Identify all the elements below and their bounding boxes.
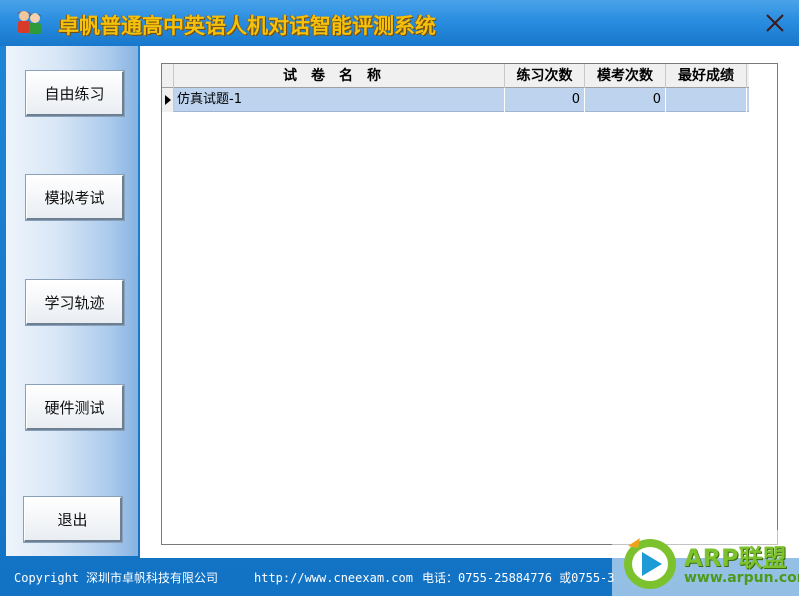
column-header-practice-count[interactable]: 练习次数 <box>505 64 585 88</box>
app-title: 卓帆普通高中英语人机对话智能评测系统 <box>58 13 436 38</box>
main-panel: 试卷名称 练习次数 模考次数 最好成绩 仿真试题-1 0 0 <box>140 46 799 558</box>
cell-mock-count[interactable]: 0 <box>585 88 666 112</box>
arp-play-logo-icon <box>624 538 676 589</box>
footer-company: 深圳市卓帆科技有限公司 <box>86 571 219 585</box>
footer-copyright: Copyright <box>14 571 80 585</box>
watermark: ARP联盟 www.arpun.com <box>612 530 799 596</box>
column-header-mock-count[interactable]: 模考次数 <box>585 64 666 88</box>
cell-practice-count[interactable]: 0 <box>505 88 585 112</box>
row-pointer-icon <box>165 95 171 105</box>
app-window: 卓帆普通高中英语人机对话智能评测系统 自由练习 模拟考试 学习轨迹 硬件测试 退… <box>0 0 799 596</box>
column-header-best-score[interactable]: 最好成绩 <box>666 64 747 88</box>
grid-header: 试卷名称 练习次数 模考次数 最好成绩 <box>162 64 749 88</box>
title-bar: 卓帆普通高中英语人机对话智能评测系统 <box>0 0 799 46</box>
watermark-url: www.arpun.com <box>684 570 799 586</box>
cell-best-score[interactable] <box>666 88 747 112</box>
hardware-test-button[interactable]: 硬件测试 <box>25 384 125 431</box>
close-icon[interactable] <box>764 12 786 34</box>
row-indicator <box>162 88 174 112</box>
header-indicator <box>162 64 174 88</box>
cell-paper-name[interactable]: 仿真试题-1 <box>174 88 505 112</box>
sidebar: 自由练习 模拟考试 学习轨迹 硬件测试 退出 <box>6 46 138 556</box>
footer-phone: 电话：0755-25884776 或0755-3 <box>422 571 615 585</box>
footer-url: http://www.cneexam.com <box>254 571 413 585</box>
column-header-paper-name[interactable]: 试卷名称 <box>174 64 505 88</box>
app-users-icon <box>17 11 41 34</box>
table-row[interactable]: 仿真试题-1 0 0 <box>162 88 749 112</box>
watermark-brand: ARP联盟 <box>684 544 787 572</box>
mock-exam-button[interactable]: 模拟考试 <box>25 174 125 221</box>
free-practice-button[interactable]: 自由练习 <box>25 70 125 117</box>
exit-button[interactable]: 退出 <box>23 496 123 543</box>
exam-paper-grid[interactable]: 试卷名称 练习次数 模考次数 最好成绩 仿真试题-1 0 0 <box>161 63 778 545</box>
learning-track-button[interactable]: 学习轨迹 <box>25 279 125 326</box>
